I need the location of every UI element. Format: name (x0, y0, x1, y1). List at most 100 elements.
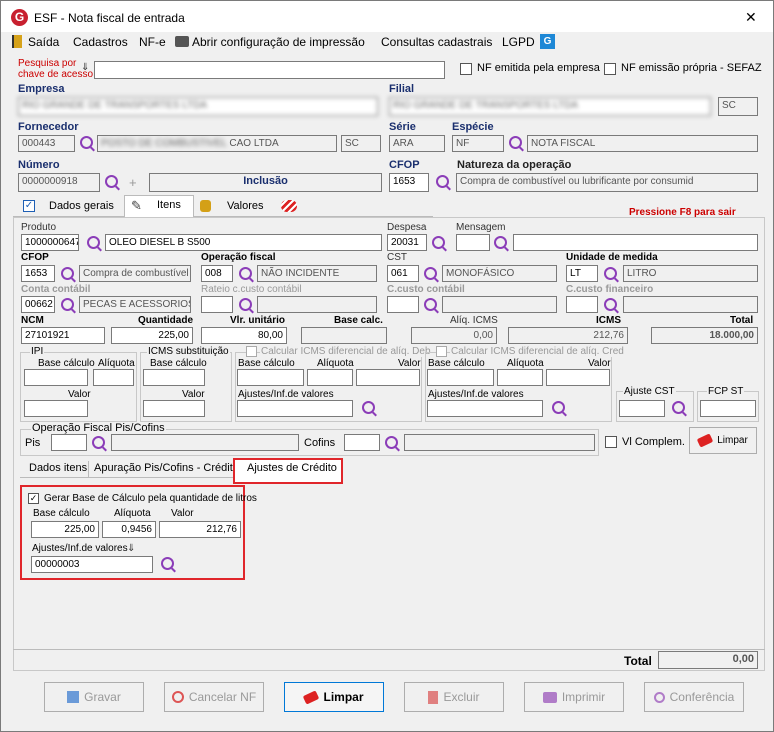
dif-deb-valor-input[interactable] (356, 369, 420, 386)
despesa-code[interactable]: 20031 (387, 234, 427, 251)
printer-icon (542, 691, 557, 703)
cofins-search-icon[interactable] (385, 436, 398, 449)
filial-select[interactable]: RIO GRANDE DE TRANSPORTES LTDA (389, 97, 711, 116)
menu-saida[interactable]: Saída (28, 35, 59, 49)
ajcst-search-icon[interactable] (672, 401, 685, 414)
pis-search-icon[interactable] (92, 436, 105, 449)
rateio-code[interactable] (201, 296, 233, 313)
dif-cred-checkbox[interactable] (436, 346, 447, 357)
menu-abrir-config[interactable]: Abrir configuração de impressão (192, 35, 365, 49)
cred-aliq-input[interactable]: 0,9456 (102, 521, 156, 538)
menu-cadastros[interactable]: Cadastros (73, 35, 128, 49)
numero-input[interactable]: 0000000918 (18, 173, 100, 192)
vu-input[interactable]: 80,00 (201, 327, 287, 344)
dif-deb-aj-input[interactable] (237, 400, 353, 417)
despesa-search-icon[interactable] (432, 236, 445, 249)
ccfin-search-icon[interactable] (604, 298, 617, 311)
cst-label: CST (387, 252, 407, 263)
especie-code[interactable]: NF (452, 135, 504, 152)
produto-search-icon[interactable] (87, 236, 100, 249)
opfiscal-code[interactable]: 008 (201, 265, 233, 282)
dif-deb-search-icon[interactable] (362, 401, 375, 414)
cst-code[interactable]: 061 (387, 265, 419, 282)
opfiscal-search-icon[interactable] (239, 267, 252, 280)
dif-deb-checkbox[interactable] (246, 346, 257, 357)
dif-cred-search-icon[interactable] (552, 401, 565, 414)
imprimir-button[interactable]: Imprimir (524, 682, 624, 712)
conta-code[interactable]: 00662 (21, 296, 55, 313)
dif-cred-aj-input[interactable] (427, 400, 543, 417)
gerar-base-checkbox[interactable]: ✓ (28, 493, 39, 504)
cfop-search-icon[interactable] (61, 267, 74, 280)
rateio-search-icon[interactable] (239, 298, 252, 311)
tab-itens[interactable]: Itens (157, 199, 181, 211)
menu-nfe[interactable]: NF-e (139, 35, 166, 49)
gravar-button[interactable]: Gravar (44, 682, 144, 712)
dif-cred-valor-label: Valor (588, 358, 611, 369)
cred-aj-search-icon[interactable] (161, 557, 174, 570)
un-search-icon[interactable] (604, 267, 617, 280)
dif-cred-base-input[interactable] (427, 369, 494, 386)
close-icon[interactable]: ✕ (745, 9, 757, 26)
chave-acesso-input[interactable] (94, 61, 445, 79)
pis-input[interactable] (51, 434, 87, 451)
dif-deb-base-input[interactable] (237, 369, 304, 386)
icmsst-valor-input[interactable] (143, 400, 205, 417)
fornecedor-search-icon[interactable] (80, 136, 93, 149)
trash-icon (428, 690, 439, 704)
icmsst-base-input[interactable] (143, 369, 205, 386)
plus-icon[interactable]: + (129, 175, 137, 190)
cst-desc: MONOFÁSICO (442, 265, 557, 282)
fornecedor-code[interactable]: 000443 (18, 135, 75, 152)
cred-base-input[interactable]: 225,00 (31, 521, 99, 538)
conferencia-button[interactable]: Conferência (644, 682, 744, 712)
un-code[interactable]: LT (566, 265, 598, 282)
cred-aj-input[interactable]: 00000003 (31, 556, 153, 573)
nf-propria-label: NF emissão própria - SEFAZ (621, 62, 762, 74)
red-stripe-icon[interactable] (281, 200, 297, 212)
mensagem-search-icon[interactable] (494, 236, 507, 249)
qtd-input[interactable]: 225,00 (111, 327, 193, 344)
lgpd-icon[interactable]: G (540, 34, 555, 49)
tab-dados-gerais[interactable]: Dados gerais (49, 200, 114, 212)
tab-valores[interactable]: Valores (227, 200, 263, 212)
dif-cred-valor-input[interactable] (546, 369, 610, 386)
ipi-aliq-input[interactable] (93, 369, 134, 386)
limpar-button[interactable]: Limpar (284, 682, 384, 712)
ccusto-code[interactable] (387, 296, 419, 313)
serie-input[interactable]: ARA (389, 135, 445, 152)
vl-complem-checkbox[interactable] (605, 436, 617, 448)
dif-cred-aliq-input[interactable] (497, 369, 543, 386)
cred-valor-input[interactable]: 212,76 (159, 521, 241, 538)
conta-search-icon[interactable] (61, 298, 74, 311)
ipi-valor-input[interactable] (24, 400, 88, 417)
cofins-input[interactable] (344, 434, 380, 451)
ccfin-code[interactable] (566, 296, 598, 313)
produto-code[interactable]: 1000000647 (21, 234, 79, 251)
nf-propria-checkbox[interactable] (604, 63, 616, 75)
subtab-ajustes[interactable]: Ajustes de Crédito (247, 462, 337, 474)
cfop-head-input[interactable]: 1653 (389, 173, 429, 192)
ipi-base-input[interactable] (24, 369, 88, 386)
menu-consultas[interactable]: Consultas cadastrais (381, 35, 492, 49)
mensagem-code[interactable] (456, 234, 490, 251)
cst-search-icon[interactable] (424, 267, 437, 280)
especie-search-icon[interactable] (509, 136, 522, 149)
cred-valor-label: Valor (171, 508, 194, 519)
empresa-select[interactable]: RIO GRANDE DE TRANSPORTES LTDA (18, 97, 378, 116)
ccusto-search-icon[interactable] (424, 298, 437, 311)
dif-deb-aliq-input[interactable] (307, 369, 353, 386)
cfop-code[interactable]: 1653 (21, 265, 55, 282)
ncm-input[interactable]: 27101921 (21, 327, 105, 344)
subtab-apuracao[interactable]: Apuração Pis/Cofins - Crédito (94, 462, 239, 474)
menu-lgpd[interactable]: LGPD (502, 35, 535, 49)
excluir-button[interactable]: Excluir (404, 682, 504, 712)
cancelar-nf-button[interactable]: Cancelar NF (164, 682, 264, 712)
fcpst-input[interactable] (700, 400, 756, 417)
subtab-dados-itens[interactable]: Dados itens (29, 462, 87, 474)
numero-search-icon[interactable] (105, 175, 118, 188)
cfop-head-search-icon[interactable] (436, 175, 449, 188)
nf-empresa-checkbox[interactable] (460, 63, 472, 75)
limpar-pis-button[interactable]: Limpar (689, 427, 757, 454)
ajcst-input[interactable] (619, 400, 665, 417)
